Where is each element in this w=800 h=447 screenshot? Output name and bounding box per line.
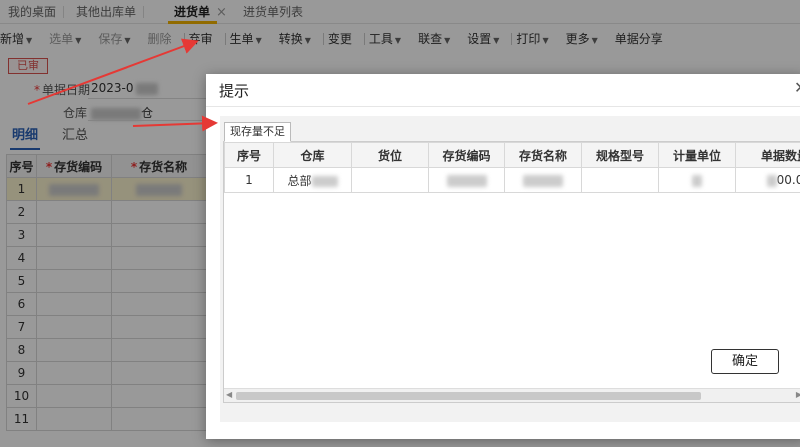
ok-button[interactable]: 确定 (711, 349, 779, 374)
blurred-value (523, 174, 563, 187)
scrollbar-thumb[interactable] (236, 392, 701, 400)
warehouse-cell: 总部 (273, 167, 352, 193)
dialog-title: 提示 (219, 82, 250, 100)
stock-table: 序号 仓库 货位 存货编码 存货名称 规格型号 计量单位 单据数量 1 (224, 142, 800, 193)
header-item-name: 存货名称 (504, 142, 582, 168)
dialog-divider (206, 106, 800, 107)
stock-header-row: 序号 仓库 货位 存货编码 存货名称 规格型号 计量单位 单据数量 (224, 142, 800, 168)
location-cell (351, 167, 429, 193)
blurred-value (766, 174, 777, 187)
header-location: 货位 (351, 142, 429, 168)
header-item-code: 存货编码 (428, 142, 505, 168)
header-unit: 计量单位 (658, 142, 736, 168)
dialog-body: 现存量不足 序号 仓库 货位 存货编码 存货名称 规格型号 计量单位 单据数 1… (220, 116, 800, 422)
header-spec: 规格型号 (581, 142, 659, 168)
spec-cell (581, 167, 659, 193)
quantity-value: 00.0 (776, 173, 800, 187)
unit-cell (658, 167, 736, 193)
item-code-cell (428, 167, 505, 193)
quantity-cell: 00.0 (735, 167, 800, 193)
horizontal-scrollbar[interactable]: ◀ ▶ (224, 388, 800, 402)
item-name-cell (504, 167, 582, 193)
blurred-value (446, 174, 487, 187)
close-icon[interactable]: ✕ (794, 78, 800, 97)
table-row[interactable]: 1 总部 00.0 (224, 167, 800, 193)
header-quantity: 单据数量 (735, 142, 800, 168)
tab-insufficient-stock[interactable]: 现存量不足 (224, 122, 291, 142)
blurred-value (311, 175, 338, 187)
blurred-value (692, 174, 702, 187)
header-index: 序号 (224, 142, 274, 168)
header-warehouse: 仓库 (273, 142, 352, 168)
row-index: 1 (224, 167, 274, 193)
arrow-right-icon[interactable]: ▶ (796, 390, 800, 399)
warehouse-value: 总部 (287, 173, 312, 188)
arrow-left-icon[interactable]: ◀ (226, 390, 232, 399)
prompt-dialog: 提示 ✕ 现存量不足 序号 仓库 货位 存货编码 存货名称 规格型号 (206, 74, 800, 439)
